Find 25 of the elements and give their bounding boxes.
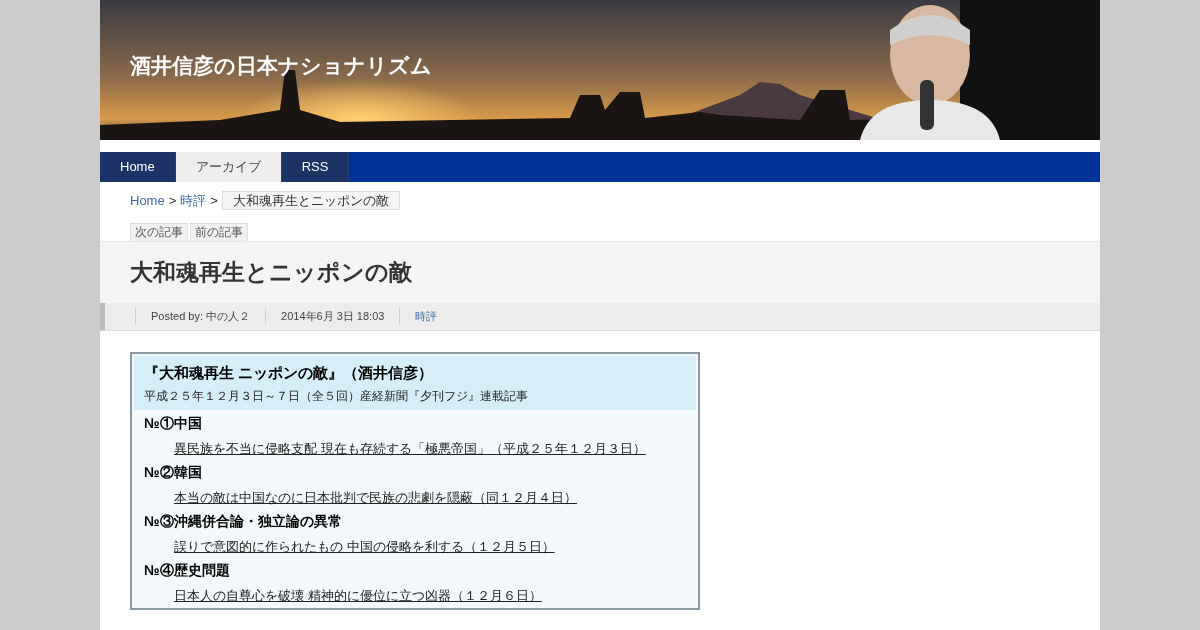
- section-heading: №①中国: [144, 414, 203, 433]
- article-title: 大和魂再生とニッポンの敵: [130, 257, 412, 287]
- section-heading: №④歴史問題: [144, 561, 231, 580]
- section-heading: №②韓国: [144, 463, 203, 482]
- breadcrumb-current: 大和魂再生とニッポンの敵: [221, 191, 400, 211]
- breadcrumb-link[interactable]: 時評: [180, 191, 207, 211]
- section-heading: №③沖縄併合論・独立論の異常: [144, 512, 343, 531]
- breadcrumb-separator: >: [168, 192, 177, 210]
- post-nav-button[interactable]: 前の記事: [190, 222, 248, 241]
- breadcrumb-separator: >: [210, 192, 218, 210]
- breadcrumb-link[interactable]: Home: [130, 191, 165, 211]
- author-label: Posted by: 中の人２: [135, 307, 266, 325]
- article-link[interactable]: 異民族を不当に侵略支配 現在も存続する「極悪帝国」（平成２５年１２月３日）: [174, 441, 646, 456]
- post-date: 2014年6月 3日 18:03: [265, 307, 400, 325]
- site-title[interactable]: 酒井信彦の日本ナショナリズム: [130, 54, 432, 77]
- article-link[interactable]: 本当の敵は中国なのに日本批判で民族の悲劇を隠蔽（同１２月４日）: [174, 490, 577, 505]
- nav-tab[interactable]: Home: [100, 152, 176, 182]
- category-link[interactable]: 時評: [399, 307, 438, 325]
- post-nav-button[interactable]: 次の記事: [130, 222, 188, 241]
- nav-tab[interactable]: RSS: [281, 152, 350, 182]
- box-title: 『大和魂再生 ニッポンの敵』（酒井信彦）: [144, 362, 435, 383]
- article-link[interactable]: 誤りで意図的に作られたもの 中国の侵略を利する（１２月５日）: [174, 539, 555, 554]
- article-link[interactable]: 日本人の自尊心を破壊 精神的に優位に立つ凶器（１２月６日）: [174, 588, 542, 603]
- nav-tab[interactable]: アーカイブ: [175, 152, 282, 182]
- box-subtitle: 平成２５年１２月３日～７日（全５回）産経新聞『夕刊フジ』連載記事: [144, 388, 529, 405]
